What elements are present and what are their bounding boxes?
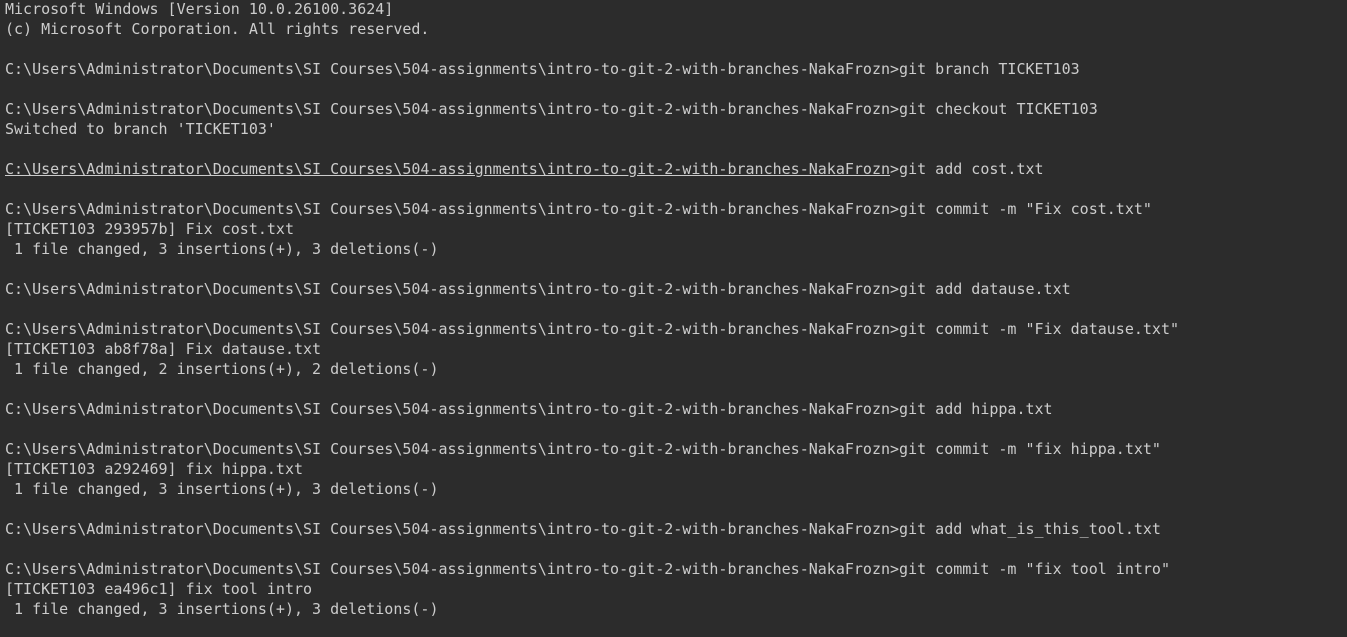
command-line: C:\Users\Administrator\Documents\SI Cour… [5, 60, 1080, 78]
output-line: 1 file changed, 3 insertions(+), 3 delet… [5, 600, 439, 618]
banner-version-line: Microsoft Windows [Version 10.0.26100.36… [5, 0, 394, 18]
output-line: 1 file changed, 3 insertions(+), 3 delet… [5, 480, 439, 498]
output-line: [TICKET103 ab8f78a] Fix datause.txt [5, 340, 322, 358]
command-line: C:\Users\Administrator\Documents\SI Cour… [5, 100, 1098, 118]
command-line: C:\Users\Administrator\Documents\SI Cour… [5, 280, 1071, 298]
command-line: C:\Users\Administrator\Documents\SI Cour… [5, 520, 1161, 538]
command-line: C:\Users\Administrator\Documents\SI Cour… [5, 320, 1179, 338]
output-line: [TICKET103 a292469] fix hippa.txt [5, 460, 304, 478]
output-line: 1 file changed, 2 insertions(+), 2 delet… [5, 360, 439, 378]
command-text: >git add cost.txt [890, 160, 1044, 178]
output-line: 1 file changed, 3 insertions(+), 3 delet… [5, 240, 439, 258]
command-line: C:\Users\Administrator\Documents\SI Cour… [5, 200, 1152, 218]
output-line: Switched to branch 'TICKET103' [5, 120, 276, 138]
command-line: C:\Users\Administrator\Documents\SI Cour… [5, 400, 1053, 418]
command-line: C:\Users\Administrator\Documents\SI Cour… [5, 560, 1170, 578]
banner-copyright-line: (c) Microsoft Corporation. All rights re… [5, 20, 430, 38]
terminal-window[interactable]: Microsoft Windows [Version 10.0.26100.36… [0, 0, 1347, 637]
output-line: [TICKET103 ea496c1] fix tool intro [5, 580, 313, 598]
command-line-with-link: C:\Users\Administrator\Documents\SI Cour… [5, 159, 1347, 179]
path-link[interactable]: C:\Users\Administrator\Documents\SI Cour… [5, 160, 890, 178]
command-line: C:\Users\Administrator\Documents\SI Cour… [5, 440, 1161, 458]
output-line: [TICKET103 293957b] Fix cost.txt [5, 220, 294, 238]
